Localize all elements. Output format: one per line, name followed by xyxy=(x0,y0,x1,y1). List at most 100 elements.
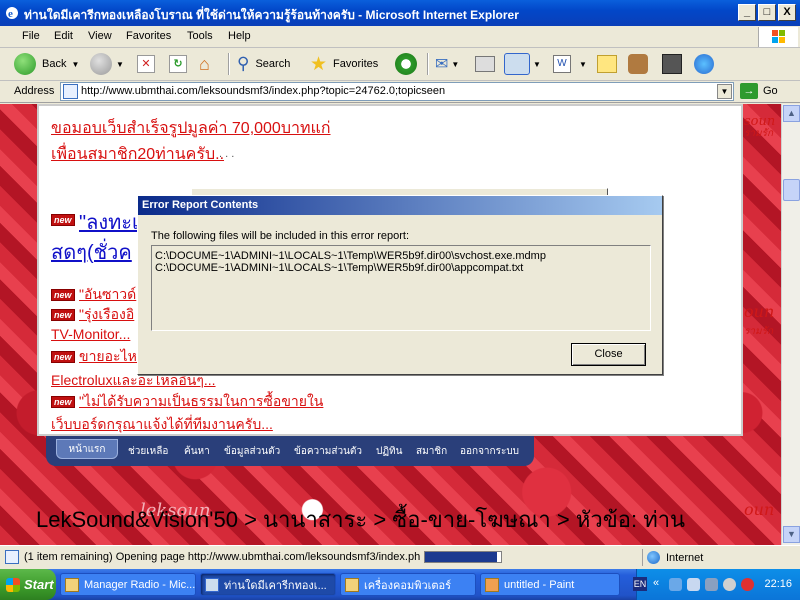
minimize-button[interactable]: _ xyxy=(738,4,756,21)
task-my-computer[interactable]: เครื่องคอมพิวเตอร์ xyxy=(340,573,476,596)
clock[interactable]: 22:16 xyxy=(764,578,792,590)
item-link-2[interactable]: "รุ่งเรืองอิ xyxy=(79,304,134,326)
go-label: Go xyxy=(763,85,778,97)
nav-members[interactable]: สมาชิก xyxy=(416,444,447,459)
home-button[interactable]: ⌂ xyxy=(199,52,210,76)
mail-button[interactable]: ✉ ▼ xyxy=(435,52,459,76)
item-link-2b[interactable]: TV-Monitor... xyxy=(51,326,130,342)
nav-home-tab[interactable]: หน้าแรก xyxy=(56,439,118,459)
windows-logo-icon xyxy=(758,27,798,47)
vertical-scrollbar[interactable]: ▲ ▼ xyxy=(781,104,800,545)
messenger-button[interactable]: ▼ xyxy=(504,52,541,76)
messenger-dropdown-icon[interactable]: ▼ xyxy=(533,60,541,69)
nav-help[interactable]: ช่วยเหลือ xyxy=(128,444,168,459)
title-bar[interactable]: e ท่านใดมีเคารีกทองเหลืองโบราณ ที่ใช้ด่า… xyxy=(0,0,800,26)
history-icon xyxy=(395,53,417,75)
print-button[interactable] xyxy=(475,52,495,76)
address-dropdown-icon[interactable]: ▼ xyxy=(717,84,732,99)
nav-messages[interactable]: ข้อความส่วนตัว xyxy=(294,444,362,459)
item-link-4[interactable]: "ไม่ได้รับความเป็นธรรมในการซื้อขายใน xyxy=(79,391,323,413)
file-list[interactable]: C:\DOCUME~1\ADMINI~1\LOCALS~1\Temp\WER5b… xyxy=(151,245,651,331)
back-button[interactable]: Back ▼ xyxy=(14,52,79,76)
discuss-button[interactable] xyxy=(597,52,617,76)
back-dropdown-icon[interactable]: ▼ xyxy=(71,60,79,69)
edit-button[interactable]: W ▼ xyxy=(553,52,587,76)
research-button[interactable] xyxy=(628,52,648,76)
menu-edit[interactable]: Edit xyxy=(54,30,73,42)
item-link-3[interactable]: ขายอะไหล่ xyxy=(79,346,145,368)
system-tray: EN « 22:16 xyxy=(633,569,800,600)
mail-icon: ✉ xyxy=(435,56,449,73)
ie-task-icon xyxy=(205,577,219,592)
progress-bar xyxy=(424,551,502,563)
breadcrumb[interactable]: LekSound&Vision'50 > นานาสาระ > ซื้อ-ขาย… xyxy=(36,502,685,537)
menu-favorites[interactable]: Favorites xyxy=(126,30,171,42)
menu-help[interactable]: Help xyxy=(228,30,251,42)
menu-tools[interactable]: Tools xyxy=(187,30,213,42)
nav-search[interactable]: ค้นหา xyxy=(184,444,210,459)
nav-calendar[interactable]: ปฏิทิน xyxy=(376,444,403,459)
go-button[interactable]: → Go xyxy=(740,83,778,99)
note-icon xyxy=(597,55,617,73)
network-icon[interactable] xyxy=(669,578,682,591)
scroll-down-icon[interactable]: ▼ xyxy=(783,526,800,543)
menu-file[interactable]: File xyxy=(22,30,40,42)
side-brand-text: oun xyxy=(744,500,775,519)
promo-link-line2[interactable]: เพื่อนสมาชิก20ท่านครับ.. xyxy=(51,142,224,167)
blue-link-line2[interactable]: สดๆ(ชั่วค xyxy=(51,236,132,268)
side-brand-text: oun xyxy=(744,302,775,321)
toolbar: Back ▼ ▼ ✕ ↻ ⌂ ⚲ Search ★ Favorites ✉ ▼ ▼… xyxy=(0,48,800,81)
menu-bar: File Edit View Favorites Tools Help xyxy=(0,26,800,48)
scroll-up-icon[interactable]: ▲ xyxy=(783,105,800,122)
menu-view[interactable]: View xyxy=(88,30,112,42)
forward-button[interactable]: ▼ xyxy=(90,52,124,76)
nav-logout[interactable]: ออกจากระบบ xyxy=(460,444,519,459)
favorites-button[interactable]: ★ Favorites xyxy=(310,52,378,76)
tray-expand-icon[interactable]: « xyxy=(653,577,659,589)
tray-status-icon[interactable] xyxy=(723,578,736,591)
maximize-button[interactable]: □ xyxy=(758,4,776,21)
mail-dropdown-icon[interactable]: ▼ xyxy=(451,60,459,69)
task-label: เครื่องคอมพิวเตอร์ xyxy=(364,579,452,592)
item-link-1[interactable]: "อันซาวด์ xyxy=(79,284,136,306)
language-indicator[interactable]: EN xyxy=(633,577,647,591)
new-badge: new xyxy=(51,351,75,363)
volume-icon[interactable] xyxy=(705,578,718,591)
item-link-4b[interactable]: เว็บบอร์ดกรุณาแจ้งได้ที่ทีมงานครับ... xyxy=(51,414,273,436)
refresh-button[interactable]: ↻ xyxy=(169,52,187,76)
tray-app-icon[interactable] xyxy=(687,578,700,591)
task-internet-explorer[interactable]: ท่านใดมีเคารีกทองเ... xyxy=(200,573,336,596)
security-zone: Internet xyxy=(642,549,798,566)
task-paint[interactable]: untitled - Paint xyxy=(480,573,620,596)
edit-dropdown-icon[interactable]: ▼ xyxy=(579,60,587,69)
window-title: ท่านใดมีเคารีกทองเหลืองโบราณ ที่ใช้ด่านใ… xyxy=(24,8,519,22)
history-button[interactable] xyxy=(395,52,417,76)
address-url[interactable]: http://www.ubmthai.com/leksoundsmf3/inde… xyxy=(81,85,445,97)
blue-link-line1[interactable]: "ลงทะเ xyxy=(79,206,139,238)
error-report-dialog: Error Report Contents The following file… xyxy=(137,195,663,375)
dialog-close-button[interactable]: Close xyxy=(571,343,646,366)
msn-button[interactable] xyxy=(694,52,714,76)
search-button[interactable]: ⚲ Search xyxy=(237,52,290,76)
word-icon: W xyxy=(553,55,571,73)
close-button[interactable]: X xyxy=(778,4,796,21)
scroll-thumb[interactable] xyxy=(783,179,800,201)
search-icon: ⚲ xyxy=(237,54,250,73)
start-button[interactable]: Start xyxy=(0,569,56,600)
task-manager-radio[interactable]: Manager Radio - Mic... xyxy=(60,573,196,596)
nav-profile[interactable]: ข้อมูลส่วนตัว xyxy=(224,444,280,459)
new-badge: new xyxy=(51,289,75,301)
promo-link-line1[interactable]: ขอมอบเว็บสำเร็จรูปมูลค่า 70,000บาทแก่ xyxy=(51,116,331,141)
forum-nav-bar: หน้าแรก ช่วยเหลือ ค้นหา ข้อมูลส่วนตัว ข้… xyxy=(46,436,534,466)
task-label: untitled - Paint xyxy=(504,578,575,591)
file-entry: C:\DOCUME~1\ADMINI~1\LOCALS~1\Temp\WER5b… xyxy=(155,250,546,262)
media-button[interactable] xyxy=(662,52,682,76)
stop-button[interactable]: ✕ xyxy=(137,52,155,76)
forward-dropdown-icon[interactable]: ▼ xyxy=(116,60,124,69)
media-icon xyxy=(662,54,682,74)
blocked-icon[interactable] xyxy=(741,578,754,591)
dialog-title[interactable]: Error Report Contents xyxy=(138,196,662,215)
refresh-icon: ↻ xyxy=(169,55,187,73)
toolbar-separator xyxy=(427,53,429,75)
address-input[interactable]: http://www.ubmthai.com/leksoundsmf3/inde… xyxy=(60,82,734,101)
